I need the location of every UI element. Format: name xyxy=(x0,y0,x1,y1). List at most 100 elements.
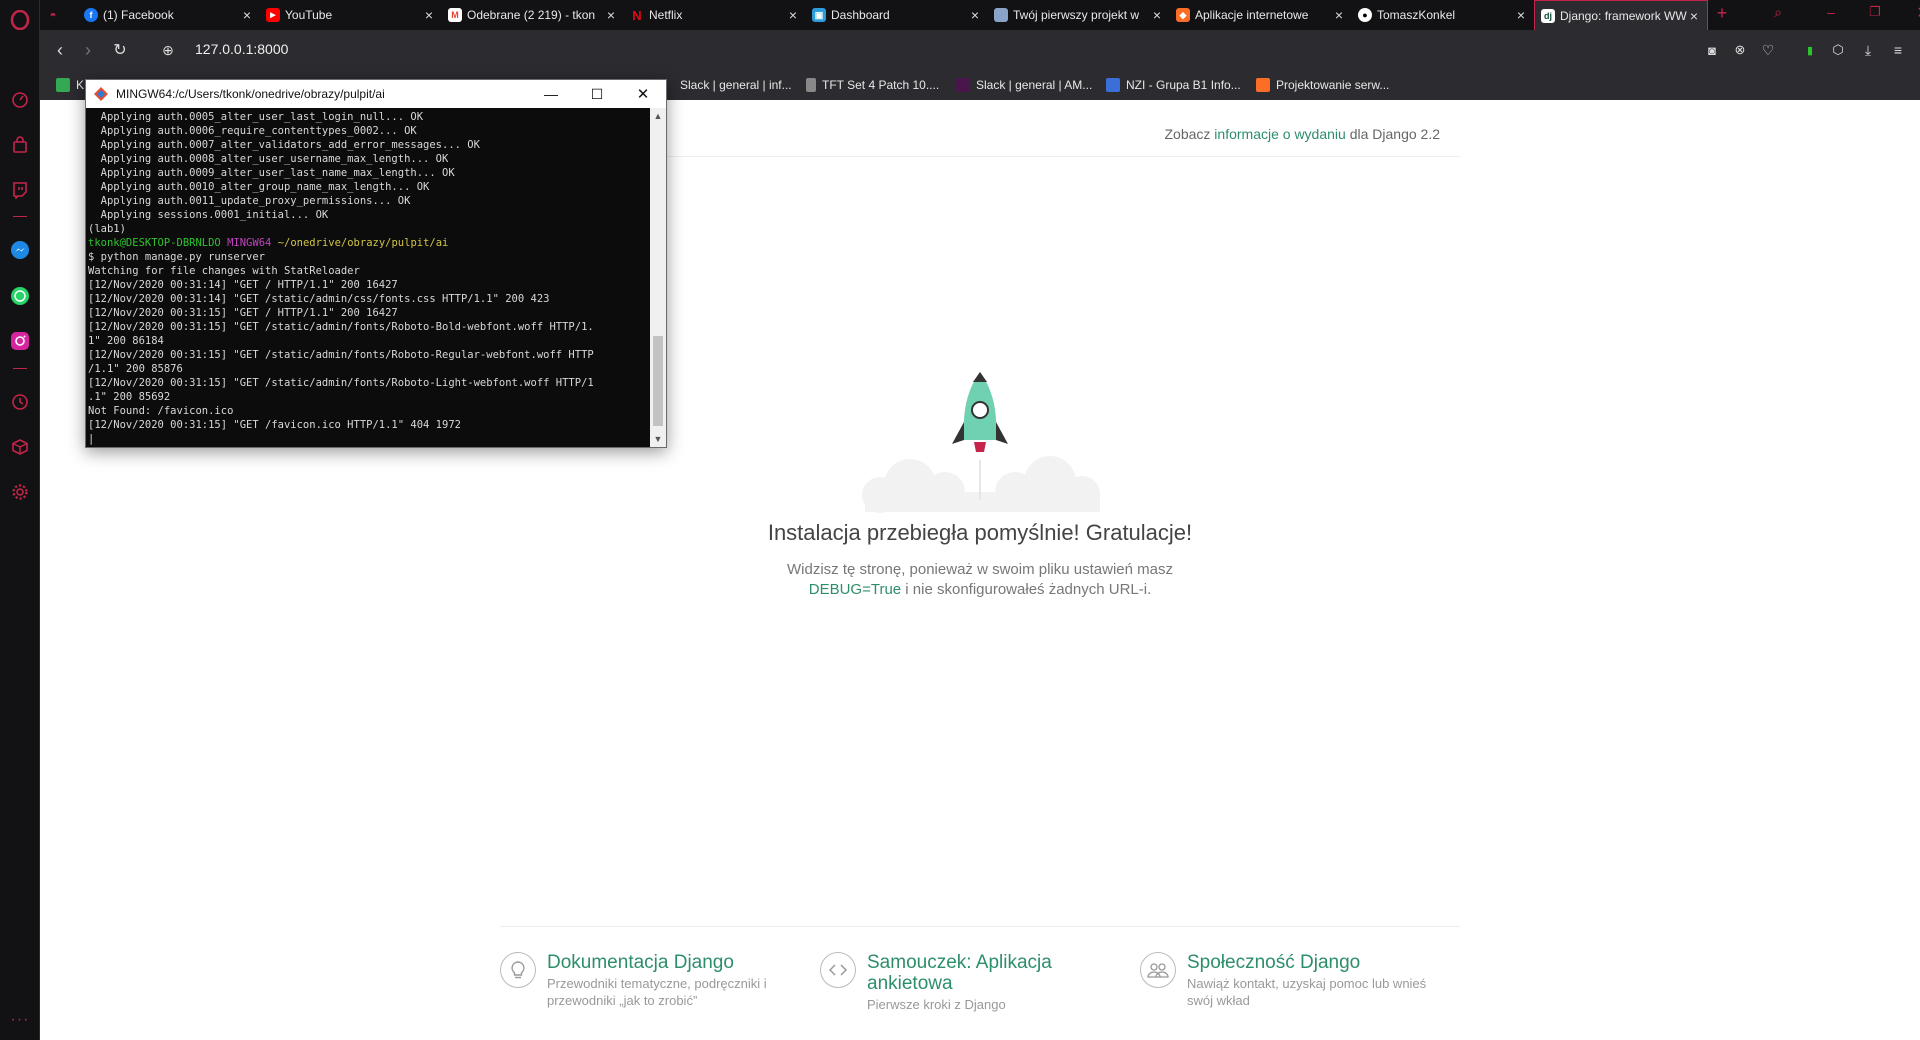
card-community[interactable]: Społeczność Django Nawiąż kontakt, uzysk… xyxy=(1140,952,1440,1022)
extensions-icon[interactable] xyxy=(8,435,32,459)
bookmark-tft[interactable]: TFT Set 4 Patch 10.... xyxy=(806,77,939,93)
terminal-close-button[interactable]: ✕ xyxy=(620,80,666,108)
bookmark-nzi[interactable]: NZI - Grupa B1 Info... xyxy=(1106,77,1241,93)
speed-dial-icon[interactable] xyxy=(8,88,32,112)
tab-dashboard[interactable]: ▣ Dashboard × xyxy=(806,0,988,30)
close-icon[interactable]: × xyxy=(1687,8,1701,24)
terminal-scrollbar[interactable]: ▲ ▼ xyxy=(650,108,666,447)
page-icon xyxy=(994,8,1008,22)
terminal-line: Applying auth.0010_alter_group_name_max_… xyxy=(88,181,430,193)
debug-setting: DEBUG=True xyxy=(808,581,902,598)
terminal-line: Applying auth.0009_alter_user_last_name_… xyxy=(88,167,455,179)
terminal-line: [12/Nov/2020 00:31:14] "GET / HTTP/1.1" … xyxy=(88,279,398,291)
terminal-line: Applying auth.0011_update_proxy_permissi… xyxy=(88,195,411,207)
terminal-line: /1.1" 200 85876 xyxy=(88,363,183,375)
netflix-icon: N xyxy=(632,7,642,23)
scroll-thumb[interactable] xyxy=(653,336,663,426)
history-icon[interactable] xyxy=(8,390,32,414)
git-bash-icon xyxy=(94,87,108,101)
twitch-icon[interactable] xyxy=(8,178,32,202)
bookmark-slack-1[interactable]: Slack | general | inf... xyxy=(680,77,792,93)
terminal-line: [12/Nov/2020 00:31:15] "GET /favicon.ico… xyxy=(88,419,461,431)
terminal-line: [12/Nov/2020 00:31:14] "GET /static/admi… xyxy=(88,293,550,305)
release-notes-link[interactable]: informacje o wydaniu xyxy=(1214,126,1346,142)
minimize-button[interactable]: – xyxy=(1818,4,1844,26)
card-documentation[interactable]: Dokumentacja Django Przewodniki tematycz… xyxy=(500,952,800,1022)
tab-facebook[interactable]: f (1) Facebook × xyxy=(78,0,260,30)
page-title: Instalacja przebiegła pomyślnie! Gratula… xyxy=(767,520,1193,545)
vpn-icon[interactable]: ▮ xyxy=(1798,38,1822,62)
easy-setup-icon[interactable]: ≡ xyxy=(1886,38,1910,62)
terminal-line: Applying auth.0007_alter_validators_add_… xyxy=(88,139,480,151)
new-tab-button[interactable]: + xyxy=(1710,3,1734,27)
footer-divider xyxy=(500,926,1460,927)
bookmark-slack-2[interactable]: Slack | general | AM... xyxy=(956,77,1092,93)
more-options-icon[interactable]: ··· xyxy=(8,1008,32,1032)
terminal-window[interactable]: MINGW64:/c/Users/tkonk/onedrive/obrazy/p… xyxy=(85,79,667,448)
block-icon[interactable]: ⊗ xyxy=(1728,38,1752,62)
restore-button[interactable]: ❐ xyxy=(1862,4,1888,26)
card-subtitle: Przewodniki tematyczne, podręczniki i pr… xyxy=(547,976,767,1008)
tab-youtube[interactable]: ▶ YouTube × xyxy=(260,0,442,30)
terminal-minimize-button[interactable]: — xyxy=(528,80,574,108)
card-subtitle: Pierwsze kroki z Django xyxy=(867,997,1006,1012)
forward-button[interactable]: › xyxy=(76,38,100,62)
terminal-output[interactable]: Applying auth.0005_alter_user_last_login… xyxy=(88,110,649,446)
close-icon[interactable]: × xyxy=(1514,7,1528,23)
close-icon[interactable]: × xyxy=(422,7,436,23)
card-title[interactable]: Społeczność Django xyxy=(1187,952,1447,973)
release-notes-line: Zobacz informacje o wydaniu dla Django 2… xyxy=(1164,126,1440,142)
url-field[interactable]: 127.0.0.1:8000 xyxy=(195,41,288,57)
community-icon xyxy=(1140,952,1176,988)
card-title[interactable]: Samouczek: Aplikacja ankietowa xyxy=(867,952,1127,994)
scroll-up-icon[interactable]: ▲ xyxy=(650,108,666,124)
terminal-line: Applying auth.0005_alter_user_last_login… xyxy=(88,111,424,123)
opera-logo-icon[interactable] xyxy=(8,8,32,32)
whatsapp-icon[interactable] xyxy=(8,284,32,308)
drive-icon xyxy=(56,78,70,92)
tab-django-active[interactable]: dj Django: framework WW × xyxy=(1534,0,1708,30)
terminal-titlebar[interactable]: MINGW64:/c/Users/tkonk/onedrive/obrazy/p… xyxy=(86,80,666,108)
tab-bar: ◓ f (1) Facebook × ▶ YouTube × M Odebran… xyxy=(40,0,1920,30)
tab-gaming[interactable]: ◓ xyxy=(40,0,78,30)
card-title[interactable]: Dokumentacja Django xyxy=(547,952,807,973)
tab-github[interactable]: ● TomaszKonkel × xyxy=(1352,0,1534,30)
tab-django-tutorial[interactable]: Twój pierwszy projekt w × xyxy=(988,0,1170,30)
close-icon[interactable]: × xyxy=(1332,7,1346,23)
box-icon[interactable]: ⬡ xyxy=(1826,38,1850,62)
instagram-icon[interactable] xyxy=(8,329,32,353)
terminal-line: [12/Nov/2020 00:31:15] "GET /static/admi… xyxy=(88,377,594,389)
heart-icon[interactable]: ♡ xyxy=(1756,38,1780,62)
bookmark-drive[interactable]: K xyxy=(56,77,84,93)
terminal-line: Applying auth.0006_require_contenttypes_… xyxy=(88,125,417,137)
settings-icon[interactable] xyxy=(8,480,32,504)
django-icon: dj xyxy=(1541,8,1555,23)
camera-icon[interactable]: ◙ xyxy=(1700,38,1724,62)
tab-netflix[interactable]: N Netflix × xyxy=(624,0,806,30)
close-icon[interactable]: × xyxy=(604,7,618,23)
gamepad-icon: ◓ xyxy=(49,8,57,22)
search-tabs-icon[interactable]: ⌕ xyxy=(1766,4,1790,26)
close-window-button[interactable]: ✕ xyxy=(1910,3,1920,25)
sidebar-separator xyxy=(13,368,27,369)
scroll-down-icon[interactable]: ▼ xyxy=(650,431,666,447)
card-tutorial[interactable]: Samouczek: Aplikacja ankietowa Pierwsze … xyxy=(820,952,1120,1022)
back-button[interactable]: ‹ xyxy=(48,38,72,62)
tab-gitlab[interactable]: ◆ Aplikacje internetowe × xyxy=(1170,0,1352,30)
close-icon[interactable]: × xyxy=(240,7,254,23)
tab-gmail[interactable]: M Odebrane (2 219) - tkon × xyxy=(442,0,624,30)
close-icon[interactable]: × xyxy=(1150,7,1164,23)
terminal-maximize-button[interactable]: ☐ xyxy=(574,80,620,108)
terminal-line: (lab1) xyxy=(88,223,126,235)
reload-button[interactable]: ↻ xyxy=(108,38,132,62)
bookmark-projektowanie[interactable]: Projektowanie serw... xyxy=(1256,77,1389,93)
gitlab-icon xyxy=(1256,78,1270,92)
messenger-icon[interactable] xyxy=(8,238,32,262)
terminal-lines-before: Applying auth.0005_alter_user_last_login… xyxy=(88,110,649,236)
sidebar-separator xyxy=(13,216,27,217)
download-icon[interactable]: ⤓ xyxy=(1856,38,1880,62)
youtube-icon: ▶ xyxy=(266,8,280,22)
close-icon[interactable]: × xyxy=(786,7,800,23)
close-icon[interactable]: × xyxy=(968,7,982,23)
shop-icon[interactable] xyxy=(8,133,32,157)
